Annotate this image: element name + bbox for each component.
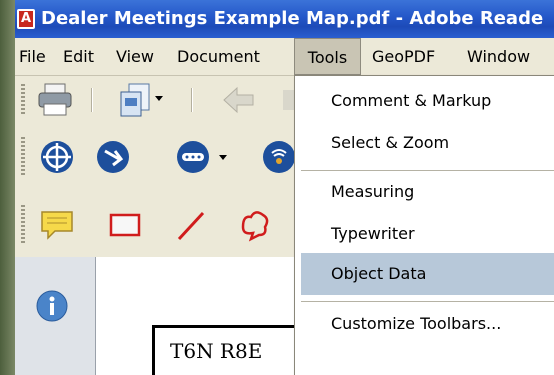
- menu-bar: File Edit View Document Tools GeoPDF Win…: [15, 38, 554, 76]
- menu-item-label: Comment & Markup: [331, 91, 492, 110]
- menu-item-typewriter[interactable]: Typewriter: [295, 213, 554, 255]
- app-window: A Dealer Meetings Example Map.pdf - Adob…: [0, 0, 554, 375]
- menu-document[interactable]: Document: [177, 38, 260, 75]
- gps-signal-icon[interactable]: [261, 139, 297, 175]
- menu-item-label: Measuring: [331, 182, 415, 201]
- rectangle-tool-icon[interactable]: [107, 207, 143, 243]
- back-arrow-icon[interactable]: [221, 84, 257, 116]
- menu-item-label: Select & Zoom: [331, 133, 450, 152]
- toolbar-grip[interactable]: [21, 137, 25, 177]
- map-label: T6N R8E: [170, 339, 263, 363]
- chevron-down-icon[interactable]: [155, 96, 165, 104]
- line-tool-icon[interactable]: [173, 207, 209, 243]
- window-title: Dealer Meetings Example Map.pdf - Adobe …: [41, 8, 544, 29]
- menu-item-object-data[interactable]: Object Data: [301, 253, 554, 295]
- menu-item-label: Object Data: [331, 264, 427, 283]
- navigation-panel: [15, 257, 96, 375]
- menu-file[interactable]: File: [19, 38, 46, 75]
- print-icon[interactable]: [37, 82, 73, 118]
- title-bar[interactable]: A Dealer Meetings Example Map.pdf - Adob…: [15, 0, 554, 38]
- menu-view[interactable]: View: [116, 38, 154, 75]
- tools-menu: Comment & Markup Select & Zoom Measuring…: [294, 75, 554, 375]
- menu-item-customize-toolbars[interactable]: Customize Toolbars...: [295, 303, 554, 345]
- cloud-tool-icon[interactable]: [237, 207, 273, 243]
- toolbar-grip[interactable]: [21, 84, 25, 114]
- menu-item-label: Typewriter: [331, 224, 415, 243]
- menu-item-measuring[interactable]: Measuring: [295, 171, 554, 213]
- menu-item-comment-markup[interactable]: Comment & Markup: [295, 80, 554, 122]
- menu-separator: [301, 301, 554, 302]
- chevron-down-icon[interactable]: [219, 155, 229, 163]
- sticky-note-icon[interactable]: [39, 207, 75, 243]
- menu-item-select-zoom[interactable]: Select & Zoom: [295, 122, 554, 164]
- toolbar-separator: [91, 88, 93, 112]
- dots-globe-icon[interactable]: [175, 139, 211, 175]
- navigate-globe-icon[interactable]: [95, 139, 131, 175]
- info-icon[interactable]: [35, 289, 69, 323]
- menu-geopdf[interactable]: GeoPDF: [372, 38, 435, 75]
- toolbar-separator: [191, 88, 193, 112]
- pdf-app-icon: A: [17, 9, 35, 29]
- menu-item-label: Customize Toolbars...: [331, 314, 502, 333]
- document-icon[interactable]: [117, 82, 153, 118]
- toolbar-grip[interactable]: [21, 205, 25, 245]
- menu-window[interactable]: Window: [467, 38, 530, 75]
- menu-tools[interactable]: Tools: [294, 38, 361, 75]
- menu-edit[interactable]: Edit: [63, 38, 94, 75]
- crosshair-globe-icon[interactable]: [39, 139, 75, 175]
